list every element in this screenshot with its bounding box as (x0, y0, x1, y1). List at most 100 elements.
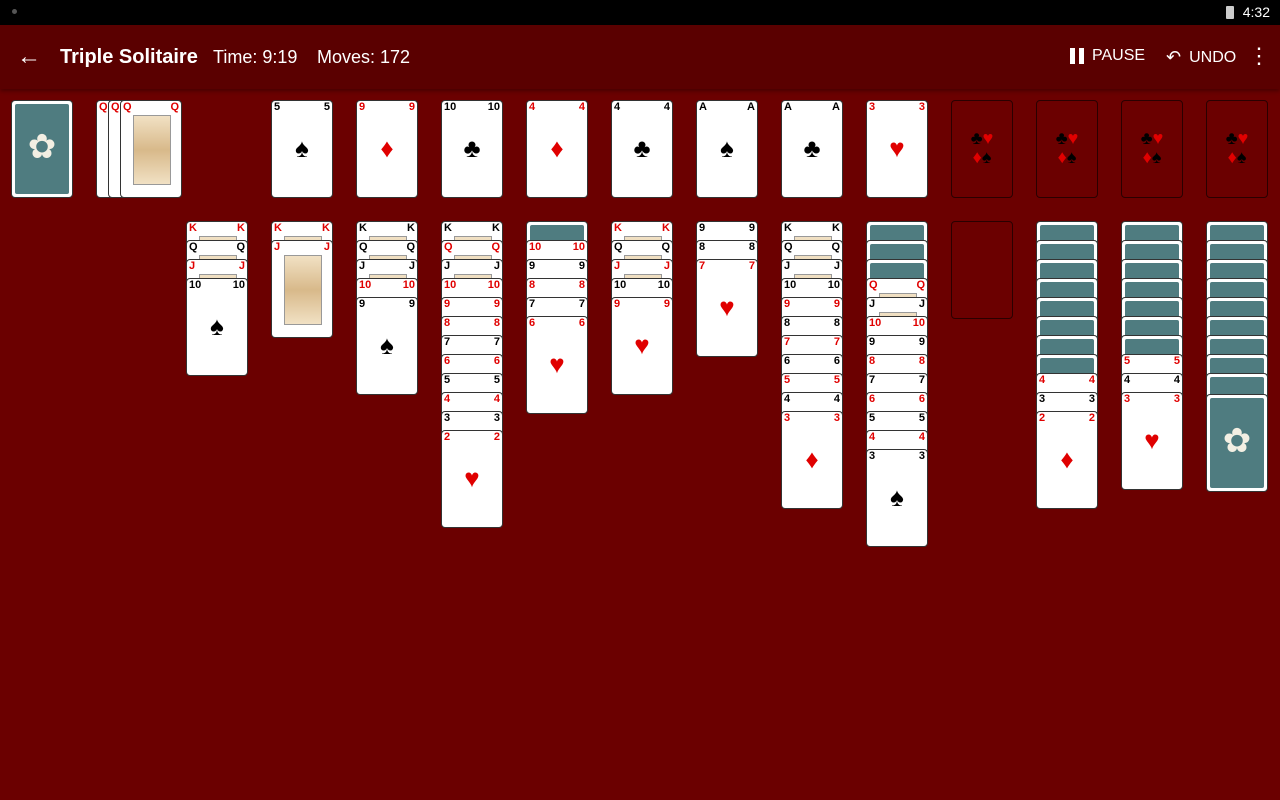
card-rank: 4 (614, 101, 621, 113)
card-rank: 4 (444, 393, 451, 405)
card-rank: 4 (493, 393, 500, 405)
card-rank: Q (359, 241, 368, 253)
card-rank: Q (784, 241, 793, 253)
card-rank: 4 (578, 101, 585, 113)
foundation-card[interactable]: 3 3 ♥ (866, 100, 928, 198)
card-rank: K (832, 222, 840, 234)
foundation-card[interactable]: 9 9 ♦ (356, 100, 418, 198)
suit-pip: ♥ (464, 463, 480, 493)
card-rank: 5 (323, 101, 330, 113)
card-rank: J (784, 260, 791, 272)
card-rank: 6 (833, 355, 840, 367)
foundation-card[interactable]: 4 4 ♣ (611, 100, 673, 198)
card-rank: K (274, 222, 282, 234)
card-back[interactable] (1206, 394, 1268, 492)
tableau-card[interactable]: 10 10 ♠ (186, 278, 248, 376)
card-rank: 2 (493, 431, 500, 443)
card-rank: 4 (1173, 374, 1180, 386)
card-rank: 7 (918, 374, 925, 386)
card-rank: 10 (444, 279, 457, 291)
card-rank: 10 (359, 279, 372, 291)
tableau-card[interactable]: 3 3 ♦ (781, 411, 843, 509)
card-rank: 3 (1124, 393, 1131, 405)
foundation-slot[interactable]: ♣♥ ♦♠ (1036, 100, 1098, 198)
suit-pip: ♣ (633, 133, 651, 163)
foundation-card[interactable]: 10 10 ♣ (441, 100, 503, 198)
app-title: Triple Solitaire (60, 46, 198, 68)
foundation-card[interactable]: A A ♣ (781, 100, 843, 198)
card-rank: 5 (833, 374, 840, 386)
card-rank: 7 (444, 336, 451, 348)
card-rank: 4 (833, 393, 840, 405)
foundation-slot[interactable]: ♣♥ ♦♠ (1206, 100, 1268, 198)
card-rank: 5 (1173, 355, 1180, 367)
card-rank: Q (111, 101, 120, 113)
tableau-card[interactable]: 9 9 ♠ (356, 297, 418, 395)
card-rank: 9 (748, 222, 755, 234)
suit-pip: ♠ (720, 133, 734, 163)
foundation-card[interactable]: 4 4 ♦ (526, 100, 588, 198)
foundation-slot[interactable]: ♣♥ ♦♠ (1121, 100, 1183, 198)
card-rank: Q (236, 241, 245, 253)
card-rank: Q (170, 101, 179, 113)
foundation-slot[interactable]: ♣♥ ♦♠ (951, 100, 1013, 198)
card-rank: 5 (444, 374, 451, 386)
card-rank: 10 (614, 279, 627, 291)
card-rank: Q (406, 241, 415, 253)
card-rank: 3 (869, 101, 876, 113)
card-rank: 4 (918, 431, 925, 443)
suit-pip: ♠ (210, 311, 224, 341)
card-back[interactable] (11, 100, 73, 198)
edelweiss-icon (1210, 398, 1264, 488)
card-rank: 6 (918, 393, 925, 405)
card-rank: J (918, 298, 925, 310)
tableau-card[interactable]: 9 9 ♥ (611, 297, 673, 395)
card-rank: J (833, 260, 840, 272)
card-rank: 9 (918, 336, 925, 348)
suit-pip: ♠ (890, 482, 904, 512)
tableau-card[interactable]: JJ (271, 240, 333, 338)
tableau-card[interactable]: 2 2 ♦ (1036, 411, 1098, 509)
suits-icon: ♣♥ ♦♠ (1225, 128, 1249, 167)
card-rank: 10 (402, 279, 415, 291)
card-rank: 7 (578, 298, 585, 310)
edelweiss-icon (15, 104, 69, 194)
card-rank: 8 (833, 317, 840, 329)
card-rank: 4 (1088, 374, 1095, 386)
tableau-card[interactable]: 2 2 ♥ (441, 430, 503, 528)
card-rank: 10 (232, 279, 245, 291)
card-rank: 3 (1173, 393, 1180, 405)
waste-card[interactable]: QQ (120, 100, 182, 198)
card-rank: 9 (359, 298, 366, 310)
tableau-card[interactable]: 3 3 ♠ (866, 449, 928, 547)
card-rank: K (322, 222, 330, 234)
undo-button[interactable]: ↶ UNDO (1166, 47, 1236, 68)
card-rank: J (323, 241, 330, 253)
move-counter: Moves: 172 (317, 47, 411, 67)
tableau-card[interactable]: 7 7 ♥ (696, 259, 758, 357)
foundation-card[interactable]: A A ♠ (696, 100, 758, 198)
card-rank: J (614, 260, 621, 272)
card-rank: 4 (1124, 374, 1131, 386)
more-vert-icon[interactable]: ⋮ (1248, 43, 1270, 69)
empty-tableau-slot[interactable] (951, 221, 1013, 319)
suit-pip: ♦ (805, 444, 819, 474)
card-rank: 10 (529, 241, 542, 253)
card-rank: 3 (444, 412, 451, 424)
card-rank: 10 (189, 279, 202, 291)
pause-icon (1070, 48, 1084, 64)
card-rank: 10 (657, 279, 670, 291)
pause-button[interactable]: PAUSE (1070, 47, 1145, 65)
tableau-card[interactable]: 6 6 ♥ (526, 316, 588, 414)
arrow-left-icon[interactable]: ← (16, 44, 42, 70)
card-rank: 9 (578, 260, 585, 272)
card-rank: 3 (833, 412, 840, 424)
foundation-card[interactable]: 5 5 ♠ (271, 100, 333, 198)
undo-label: UNDO (1189, 48, 1237, 66)
card-rank: Q (99, 101, 108, 113)
tableau-card[interactable]: 3 3 ♥ (1121, 392, 1183, 490)
battery-icon (1226, 6, 1234, 19)
card-rank: 6 (493, 355, 500, 367)
card-rank: K (359, 222, 367, 234)
card-rank: K (784, 222, 792, 234)
